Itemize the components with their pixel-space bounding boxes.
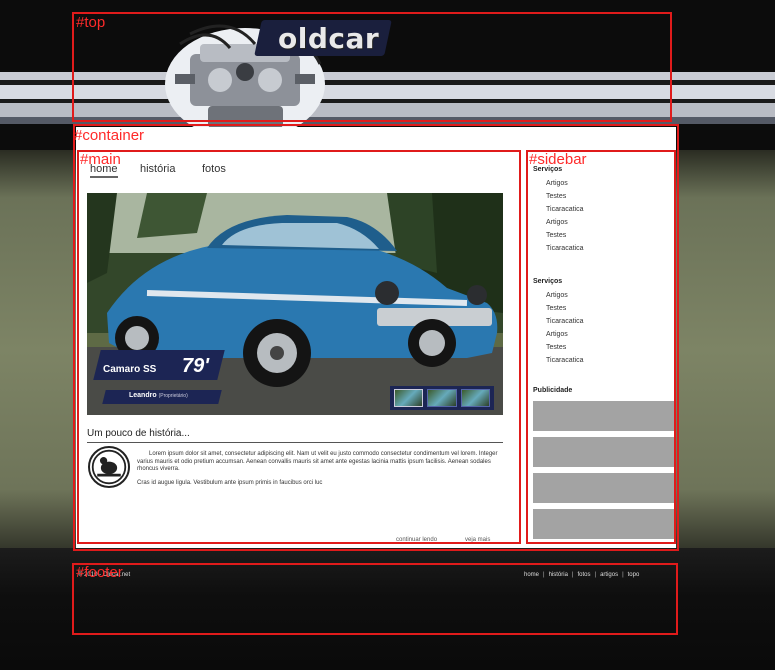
annotation-box-sidebar (526, 150, 676, 544)
annotation-label-container: #container (74, 127, 145, 144)
annotation-box-top (72, 12, 672, 122)
annotation-label-footer: #footer (76, 564, 123, 581)
annotation-label-main: #main (80, 151, 121, 168)
annotation-label-sidebar: #sidebar (529, 151, 587, 168)
annotation-box-footer (72, 563, 678, 635)
annotation-label-top: #top (76, 14, 106, 31)
annotation-box-main (77, 150, 521, 544)
